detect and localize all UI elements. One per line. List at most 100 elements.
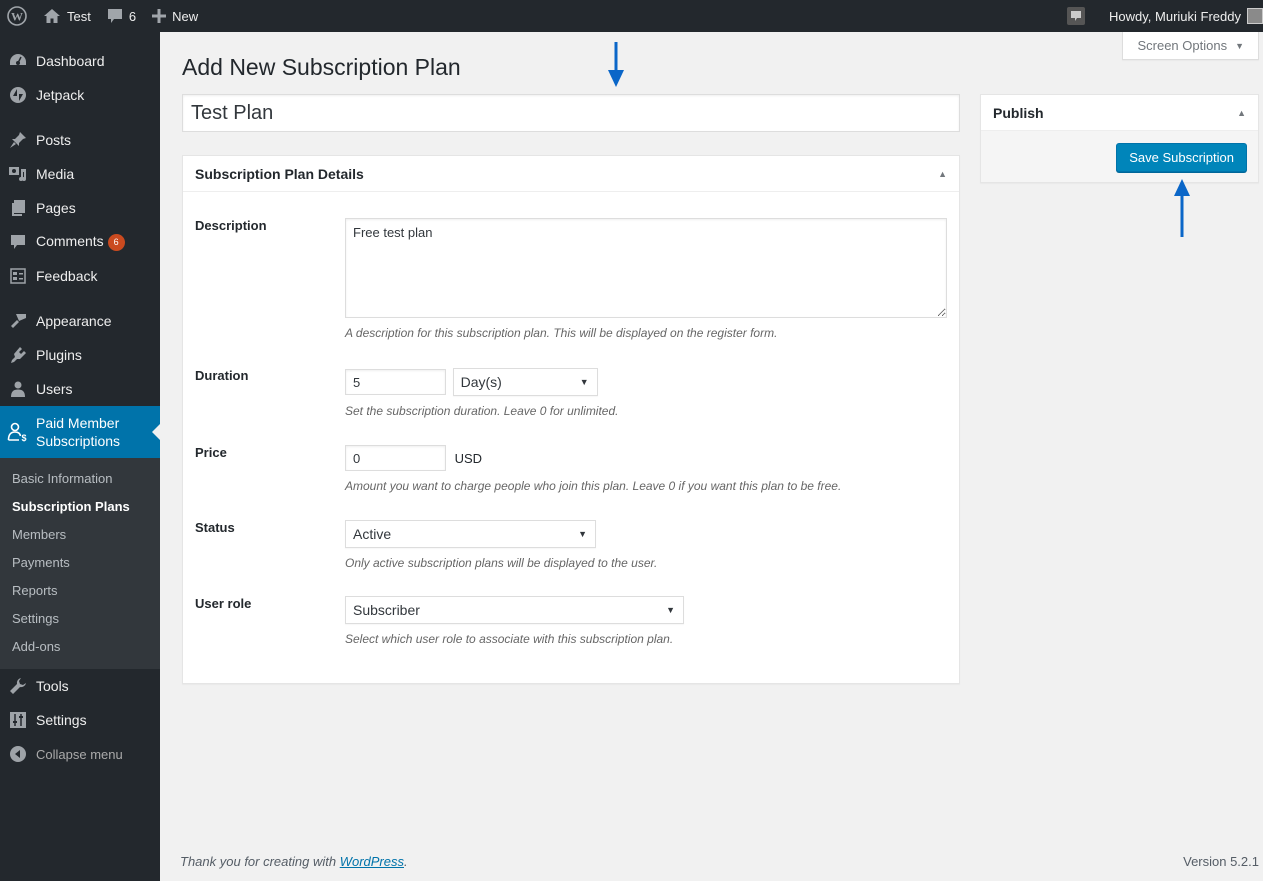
price-input[interactable]: 0 — [345, 445, 446, 471]
new-label: New — [172, 8, 199, 24]
sidebar-item-label: Dashboard — [36, 53, 105, 69]
details-box-header: Subscription Plan Details ▲ — [183, 156, 959, 192]
new-content-link[interactable]: New — [144, 0, 206, 32]
user-role-help: Select which user role to associate with… — [345, 632, 674, 646]
wordpress-logo-button[interactable]: W — [0, 0, 35, 32]
collapse-toggle-icon[interactable]: ▲ — [938, 169, 947, 179]
duration-input[interactable]: 5 — [345, 369, 446, 395]
submenu-settings[interactable]: Settings — [0, 605, 160, 633]
sidebar-item-feedback[interactable]: Feedback — [0, 259, 160, 293]
user-icon — [0, 380, 36, 398]
site-name: Test — [67, 8, 91, 24]
sidebar-item-plugins[interactable]: Plugins — [0, 338, 160, 372]
collapse-toggle-icon[interactable]: ▲ — [1237, 108, 1246, 118]
details-box-title: Subscription Plan Details — [195, 165, 364, 182]
comments-count: 6 — [128, 8, 137, 24]
page-title: Add New Subscription Plan — [182, 54, 461, 80]
dropdown-arrow-icon: ▼ — [579, 377, 589, 387]
sidebar-item-dashboard[interactable]: Dashboard — [0, 44, 160, 78]
wrench-icon — [0, 677, 36, 695]
footer-thanks-text: Thank you for creating with — [180, 854, 340, 869]
svg-text:W: W — [11, 10, 23, 24]
notification-icon — [1067, 7, 1086, 25]
footer-period: . — [404, 854, 408, 869]
sidebar-item-label: Users — [36, 381, 73, 397]
sidebar-item-pages[interactable]: Pages — [0, 191, 160, 225]
sidebar-item-tools[interactable]: Tools — [0, 669, 160, 703]
submenu-payments[interactable]: Payments — [0, 549, 160, 577]
sidebar-item-label: Paid Member Subscriptions — [36, 415, 121, 449]
submenu-add-ons[interactable]: Add-ons — [0, 633, 160, 661]
sidebar-item-label: Media — [36, 166, 75, 182]
collapse-menu-label: Collapse menu — [36, 746, 123, 762]
comment-icon — [0, 233, 36, 251]
sliders-icon — [0, 711, 36, 729]
status-label: Status — [195, 520, 235, 535]
price-help: Amount you want to charge people who joi… — [345, 479, 842, 493]
submenu-basic-information[interactable]: Basic Information — [0, 465, 160, 493]
sidebar-item-label: Feedback — [36, 268, 98, 284]
comments-label: Comments — [36, 233, 104, 250]
collapse-menu-button[interactable]: Collapse menu — [0, 737, 160, 771]
sidebar-item-posts[interactable]: Posts — [0, 123, 160, 157]
sidebar-item-label: Pages — [36, 200, 76, 216]
comment-icon — [107, 8, 123, 24]
screen-options-label: Screen Options — [1137, 38, 1228, 53]
publish-box: Publish ▲ Save Subscription — [980, 94, 1259, 183]
submenu-reports[interactable]: Reports — [0, 577, 160, 605]
dropdown-arrow-icon: ▼ — [666, 605, 675, 615]
home-icon — [43, 8, 61, 24]
plus-icon — [152, 9, 167, 23]
publish-box-title: Publish — [993, 104, 1044, 121]
screen-options-button[interactable]: Screen Options ▼ — [1122, 32, 1259, 60]
comments-link[interactable]: 6 — [99, 0, 144, 32]
sidebar-item-jetpack[interactable]: Jetpack — [0, 78, 160, 112]
description-textarea[interactable]: Free test plan — [345, 218, 947, 318]
sidebar-item-paid-member-subscriptions[interactable]: $ Paid Member Subscriptions — [0, 406, 160, 458]
user-role-select[interactable]: Subscriber ▼ — [345, 596, 684, 624]
sidebar-item-comments[interactable]: Comments 6 — [0, 225, 160, 259]
sidebar-item-label: Settings — [36, 712, 87, 728]
main-content: Screen Options ▼ Add New Subscription Pl… — [160, 32, 1263, 881]
duration-label: Duration — [195, 368, 249, 383]
collapse-icon — [0, 745, 36, 763]
svg-text:$: $ — [21, 433, 26, 442]
user-role-label: User role — [195, 596, 252, 611]
sidebar-item-label: Tools — [36, 678, 69, 694]
duration-help: Set the subscription duration. Leave 0 f… — [345, 404, 619, 418]
sidebar-item-label: Jetpack — [36, 87, 85, 103]
publish-box-header: Publish ▲ — [981, 95, 1258, 131]
my-account-link[interactable]: Howdy, Muriuki Freddy — [1101, 0, 1263, 32]
footer-thanks: Thank you for creating with WordPress. — [180, 854, 408, 869]
notifications-button[interactable] — [1059, 0, 1101, 32]
site-name-link[interactable]: Test — [35, 0, 99, 32]
status-help: Only active subscription plans will be d… — [345, 556, 658, 570]
description-help: A description for this subscription plan… — [345, 326, 778, 340]
wordpress-link[interactable]: WordPress — [340, 854, 404, 869]
status-select[interactable]: Active ▼ — [345, 520, 596, 548]
duration-unit-select[interactable]: Day(s) ▼ — [452, 368, 598, 396]
wordpress-logo-icon: W — [7, 6, 27, 26]
jetpack-icon — [0, 86, 36, 104]
sidebar-item-users[interactable]: Users — [0, 372, 160, 406]
submenu-members[interactable]: Members — [0, 521, 160, 549]
pin-icon — [0, 131, 36, 149]
sidebar-item-settings[interactable]: Settings — [0, 703, 160, 737]
caret-down-icon: ▼ — [1235, 40, 1244, 51]
pms-submenu: Basic Information Subscription Plans Mem… — [0, 458, 160, 669]
user-role-value: Subscriber — [353, 602, 420, 618]
save-subscription-button[interactable]: Save Subscription — [1116, 143, 1247, 172]
dashboard-icon — [0, 52, 36, 70]
sidebar-item-label: Appearance — [36, 313, 112, 329]
avatar — [1247, 8, 1263, 24]
sidebar-item-appearance[interactable]: Appearance — [0, 304, 160, 338]
submenu-subscription-plans[interactable]: Subscription Plans — [0, 493, 160, 521]
comments-count-badge: 6 — [107, 233, 125, 251]
annotation-arrow-up-icon — [1174, 179, 1190, 237]
footer-version: Version 5.2.1 — [1183, 854, 1259, 869]
currency-label: USD — [454, 450, 483, 466]
plan-title-input[interactable] — [182, 94, 960, 132]
admin-sidebar: Dashboard Jetpack Posts Media Pages Comm… — [0, 32, 160, 881]
sidebar-item-media[interactable]: Media — [0, 157, 160, 191]
description-label: Description — [195, 218, 267, 233]
